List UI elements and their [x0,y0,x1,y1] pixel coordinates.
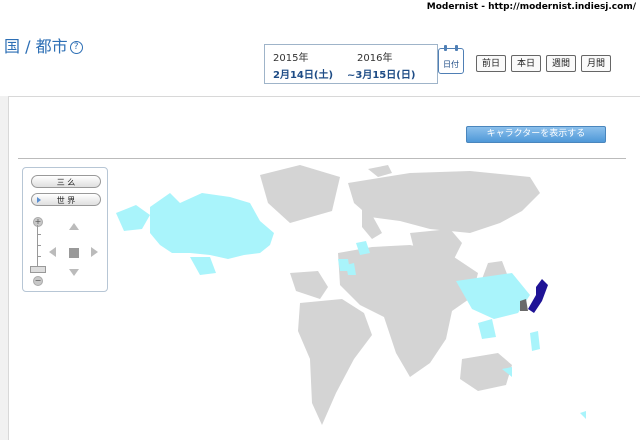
calendar-label: 日付 [443,60,459,69]
page-title-text: 国 / 都市 [4,37,68,56]
divider [18,158,626,159]
new-zealand-shape [580,411,586,419]
calendar-ring-icon [455,45,458,51]
show-characters-button[interactable]: キャラクターを表示する [466,126,606,143]
world-map[interactable] [110,163,640,439]
australia-shape [460,353,512,391]
world-scope-label: 世 界 [56,196,76,205]
zoom-tick [38,245,41,246]
month-button[interactable]: 月間 [581,55,611,72]
south-america-shape [298,299,372,425]
zoom-out-icon[interactable]: − [33,276,43,286]
world-scope-button[interactable]: 世 界 [31,193,101,206]
week-button[interactable]: 週間 [546,55,576,72]
pan-left-icon[interactable] [49,247,56,257]
thailand-shape [478,319,496,339]
mexico-shape [190,257,216,275]
usa-canada-shape [150,193,274,259]
korea-shape [520,299,528,311]
pan-up-icon[interactable] [69,223,79,230]
zoom-tick [38,234,41,235]
date-range-box[interactable]: 2015年 2016年 2月14日(土) ~3月15日(日) [264,44,438,84]
pan-center-icon[interactable] [69,248,79,258]
page-title: 国 / 都市? [4,33,83,57]
end-year: 2016年 [357,53,393,64]
start-year: 2015年 [273,53,309,64]
pan-right-icon[interactable] [91,247,98,257]
play-icon [37,197,41,203]
zoom-tick [38,256,41,257]
greenland-shape [260,165,340,223]
alaska-shape [116,205,150,231]
japan-shape [528,279,548,313]
help-icon[interactable]: ? [69,41,83,54]
map-controls: 三 么 世 界 + − [22,167,108,292]
start-date: 2月14日(土) [273,70,334,81]
today-button[interactable]: 本日 [511,55,541,72]
philippines-shape [530,331,540,351]
arctic-island-shape [368,165,392,177]
site-credit: Modernist - http://modernist.indiesj.com… [426,2,636,12]
zoom-in-icon[interactable]: + [33,217,43,227]
zoom-track [37,225,38,271]
central-america-shape [290,271,328,299]
calendar-ring-icon [444,45,447,51]
china-shape [456,273,530,319]
zoom-slider-handle[interactable] [30,266,46,273]
calendar-button[interactable]: 日付 [438,45,464,74]
pan-down-icon[interactable] [69,269,79,276]
end-date: ~3月15日(日) [347,70,416,81]
map-mode-button[interactable]: 三 么 [31,175,101,188]
previous-day-button[interactable]: 前日 [476,55,506,72]
top-bar: Modernist - http://modernist.indiesj.com… [0,0,640,18]
